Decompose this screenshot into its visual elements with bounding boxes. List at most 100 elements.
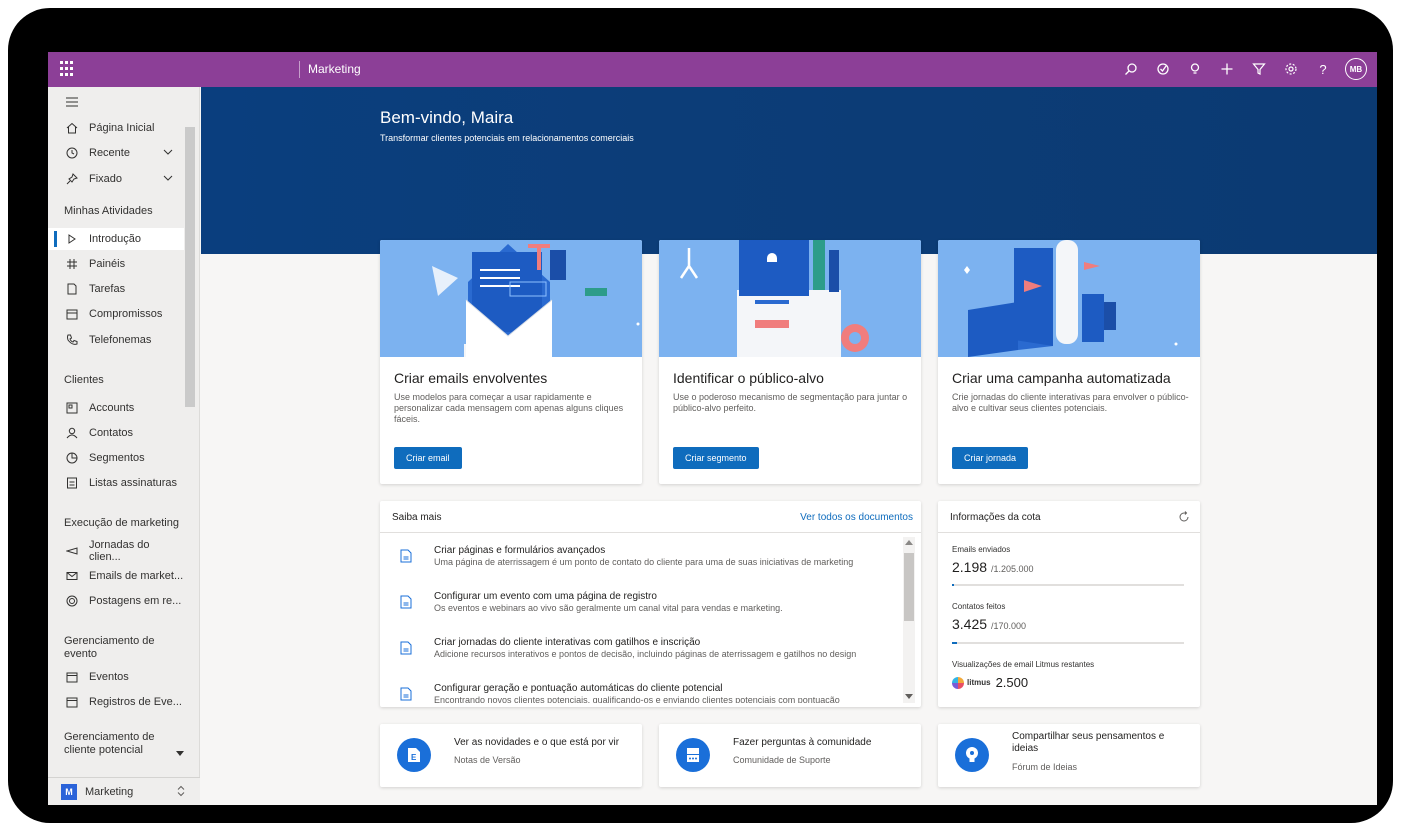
sidebar-item-social-posts[interactable]: Postagens em re... [48,590,184,612]
sidebar-item-contacts[interactable]: Contatos [48,422,184,444]
document-icon [400,595,412,614]
area-switcher[interactable]: M Marketing [48,777,200,805]
sidebar-item-label: Página Inicial [89,122,155,134]
sidebar-item-subscription-lists[interactable]: Listas assinaturas [48,472,184,494]
assistant-icon[interactable] [1149,56,1177,82]
journey-icon [64,543,80,559]
app-launcher-icon[interactable] [60,61,76,77]
emails-sent-total: /1.205.000 [990,564,1034,574]
emails-sent-value: 2.198 /1.205.000 [952,559,1033,575]
sidebar-group-title: Gerenciamento de cliente potencial [64,731,155,756]
create-email-button[interactable]: Criar email [394,447,462,469]
sidebar-item-dashboards[interactable]: Painéis [48,253,184,275]
sidebar-item-customer-journeys[interactable]: Jornadas do clien... [48,539,184,563]
search-icon[interactable] [1117,56,1145,82]
emails-sent-label: Emails enviados [952,545,1011,554]
create-journey-button[interactable]: Criar jornada [952,447,1029,469]
community-icon [676,738,710,772]
link-subtitle: Notas de Versão [454,755,521,765]
link-card-release-notes[interactable]: E Ver as novidades e o que está por vir … [380,724,642,787]
clock-icon [64,145,80,161]
chevron-down-icon[interactable] [162,172,174,187]
document-icon [400,549,412,568]
link-title: Fazer perguntas à comunidade [733,737,872,748]
sidebar-item-home[interactable]: Página Inicial [48,117,184,139]
scroll-up-icon[interactable] [905,540,913,546]
divider [299,61,300,78]
device-frame: Marketing ? MB Página Inicial Recente Fi… [8,8,1393,823]
card-description: Use o poderoso mecanismo de segmentação … [673,392,908,413]
link-title: Compartilhar seus pensamentos e ideias [1012,731,1165,754]
sidebar-item-segments[interactable]: Segmentos [48,447,184,469]
contacts-count: 3.425 [952,616,988,632]
calendar-icon [64,306,80,322]
gear-icon[interactable] [1277,56,1305,82]
sidebar-item-label: Emails de market... [89,570,184,582]
filter-icon[interactable] [1245,56,1273,82]
sidebar-item-label: Eventos [89,671,129,683]
pin-icon [64,171,80,187]
release-notes-icon: E [397,738,431,772]
plus-icon[interactable] [1213,56,1241,82]
sidebar-group-title: Execução de marketing [64,517,179,529]
card-create-journey: Criar uma campanha automatizada Crie jor… [938,240,1200,484]
progress-fill [952,584,955,586]
sidebar-item-event-registrations[interactable]: Registros de Eve... [48,691,184,713]
sidebar-item-label: Telefonemas [89,334,152,346]
document-icon [400,687,412,703]
sidebar-item-label: Introdução [89,233,141,245]
link-title: Ver as novidades e o que está por vir [454,737,620,748]
sidebar-item-marketing-emails[interactable]: Emails de market... [48,565,184,587]
task-icon [64,281,80,297]
home-icon [64,120,80,136]
area-badge: M [61,783,77,800]
scroll-down-icon[interactable] [905,694,913,700]
chevron-down-icon[interactable] [162,146,174,161]
emails-sent-count: 2.198 [952,559,988,575]
card-description: Use modelos para começar a usar rapidame… [394,392,624,424]
sidebar: Página Inicial Recente Fixado Minhas Ati… [48,87,200,805]
contacts-value: 3.425 /170.000 [952,616,1026,632]
sidebar-item-label: Painéis [89,258,126,270]
help-icon[interactable]: ? [1309,56,1337,82]
litmus-brand: litmus [967,678,991,687]
lightbulb-icon[interactable] [1181,56,1209,82]
contacts-progress [952,642,1184,644]
scrollbar-thumb[interactable] [904,553,914,621]
sidebar-item-label: Listas assinaturas [89,477,178,489]
sidebar-item-appointments[interactable]: Compromissos [48,303,184,325]
divider [380,532,921,533]
sidebar-item-phone-calls[interactable]: Telefonemas [48,329,184,351]
link-card-ideas[interactable]: Compartilhar seus pensamentos e ideias F… [938,724,1200,787]
card-title: Criar uma campanha automatizada [952,370,1171,386]
sidebar-item-tasks[interactable]: Tarefas [48,278,184,300]
quota-panel: Informações da cota Emails enviados 2.19… [938,501,1200,707]
top-bar: Marketing ? MB [48,52,1377,87]
sidebar-item-accounts[interactable]: Accounts [48,397,184,419]
scroll-down-icon[interactable] [176,743,188,765]
sidebar-item-label: Registros de Eve... [89,696,182,708]
sidebar-item-label: Accounts [89,402,135,414]
doc-item[interactable]: Configurar geração e pontuação automátic… [394,683,909,703]
sidebar-item-recent[interactable]: Recente [48,142,184,164]
view-all-docs-link[interactable]: Ver todos os documentos [800,512,913,523]
refresh-icon[interactable] [1178,510,1190,528]
doc-description: Encontrando novos clientes potenciais, q… [434,695,840,703]
sidebar-item-introduction[interactable]: Introdução [48,228,184,250]
event-icon [64,694,80,710]
create-segment-button[interactable]: Criar segmento [673,447,759,469]
doc-title: Configurar um evento com uma página de r… [434,591,657,602]
sidebar-scrollbar[interactable] [185,127,195,407]
sidebar-item-label: Segmentos [89,452,145,464]
app-name[interactable]: Marketing [308,62,361,76]
litmus-logo-icon [952,676,964,689]
link-card-community[interactable]: Fazer perguntas à comunidade Comunidade … [659,724,921,787]
avatar[interactable]: MB [1345,58,1367,80]
card-create-segment: Identificar o público-alvo Use o poderos… [659,240,921,484]
sidebar-item-pinned[interactable]: Fixado [48,168,184,190]
hamburger-menu[interactable] [48,91,184,113]
sidebar-item-events[interactable]: Eventos [48,666,184,688]
sidebar-group-title: Minhas Atividades [64,205,153,217]
card-title: Identificar o público-alvo [673,370,824,386]
doc-list-scrollbar[interactable] [903,537,915,703]
